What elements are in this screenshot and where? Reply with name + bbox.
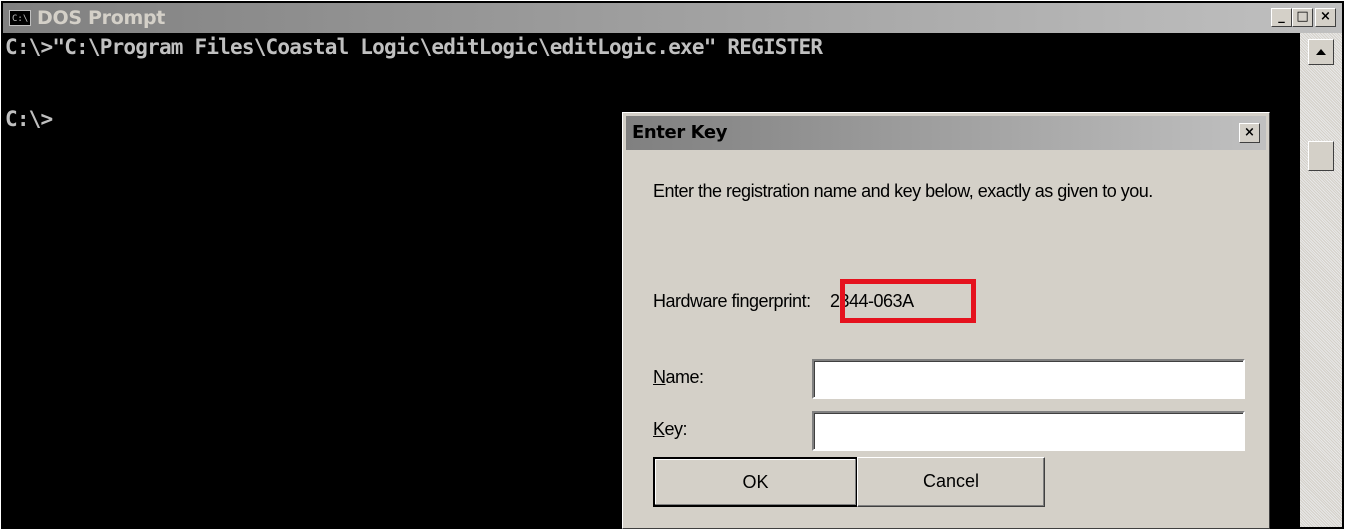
- cancel-button[interactable]: Cancel: [857, 457, 1045, 507]
- scroll-up-arrow-icon[interactable]: [1308, 39, 1334, 65]
- dialog-title: Enter Key: [632, 122, 728, 143]
- key-label: Key:: [653, 419, 688, 440]
- console-line-command: C:\>"C:\Program Files\Coastal Logic\edit…: [5, 35, 823, 59]
- minimize-button[interactable]: _: [1271, 8, 1292, 27]
- close-button[interactable]: ×: [1315, 8, 1336, 27]
- name-input[interactable]: [812, 359, 1245, 399]
- ok-button[interactable]: OK: [653, 457, 858, 507]
- dialog-titlebar[interactable]: Enter Key ×: [626, 116, 1266, 150]
- window-title: DOS Prompt: [37, 7, 166, 29]
- registration-instruction: Enter the registration name and key belo…: [653, 181, 1153, 201]
- enter-key-dialog: Enter Key × Enter the registration name …: [622, 112, 1270, 529]
- console-app-icon: C:\: [9, 10, 31, 26]
- key-label-accelerator: K: [653, 419, 665, 439]
- key-label-text: ey:: [664, 419, 688, 439]
- name-label-text: ame:: [665, 367, 705, 387]
- name-label-accelerator: N: [653, 367, 666, 387]
- dialog-close-button[interactable]: ×: [1239, 123, 1260, 143]
- vertical-scrollbar[interactable]: [1300, 33, 1342, 527]
- maximize-button[interactable]: □: [1292, 8, 1313, 27]
- key-input[interactable]: [812, 411, 1245, 451]
- name-label: Name:: [653, 367, 704, 388]
- caption-buttons: _ □ ×: [1271, 8, 1336, 27]
- fingerprint-highlight-box: [840, 279, 976, 323]
- window-titlebar[interactable]: C:\ DOS Prompt _ □ ×: [3, 3, 1342, 33]
- console-line-prompt: C:\>: [5, 107, 53, 131]
- hardware-fingerprint-label: Hardware fingerprint:: [653, 291, 811, 311]
- scrollbar-thumb[interactable]: [1308, 141, 1334, 171]
